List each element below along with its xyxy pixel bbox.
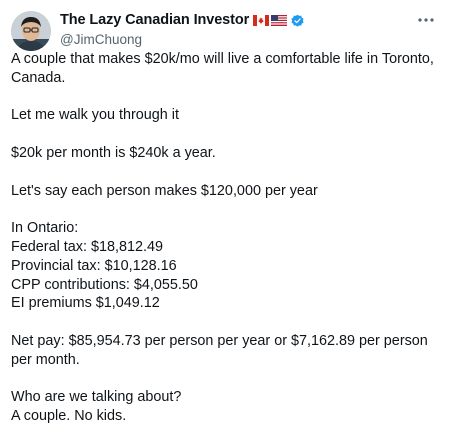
verified-badge-icon[interactable] bbox=[290, 13, 305, 28]
tweet: The Lazy Canadian Investor @JimChuong A … bbox=[0, 0, 450, 429]
tweet-line: Let's say each person makes $120,000 per… bbox=[11, 182, 318, 199]
tweet-line: Net pay: $85,954.73 per person per year … bbox=[11, 332, 428, 368]
canada-flag-icon bbox=[253, 14, 270, 26]
usa-flag-icon bbox=[271, 14, 288, 26]
tweet-line: A couple. No kids. bbox=[11, 408, 127, 425]
handle[interactable]: @JimChuong bbox=[60, 32, 305, 47]
tweet-line: Let me walk you through it bbox=[11, 107, 179, 124]
avatar-image bbox=[11, 11, 51, 51]
tweet-line: $20k per month is $240k a year. bbox=[11, 144, 216, 161]
tweet-line: A couple that makes $20k/mo will live a … bbox=[11, 51, 434, 86]
more-horizontal-icon[interactable] bbox=[416, 12, 436, 28]
tweet-line: In Ontario: bbox=[11, 220, 79, 237]
tweet-line: Who are we talking about? bbox=[11, 389, 182, 406]
avatar[interactable] bbox=[11, 11, 51, 51]
tweet-line: CPP contributions: $4,055.50 bbox=[11, 276, 198, 293]
tweet-text: A couple that makes $20k/mo will live a … bbox=[11, 50, 435, 426]
author-block: The Lazy Canadian Investor @JimChuong bbox=[60, 11, 305, 47]
name-row: The Lazy Canadian Investor bbox=[60, 11, 305, 29]
tweet-line: EI premiums $1,049.12 bbox=[11, 295, 160, 312]
tweet-line: Federal tax: $18,812.49 bbox=[11, 238, 164, 255]
tweet-line: Provincial tax: $10,128.16 bbox=[11, 257, 177, 274]
display-name[interactable]: The Lazy Canadian Investor bbox=[60, 12, 249, 28]
